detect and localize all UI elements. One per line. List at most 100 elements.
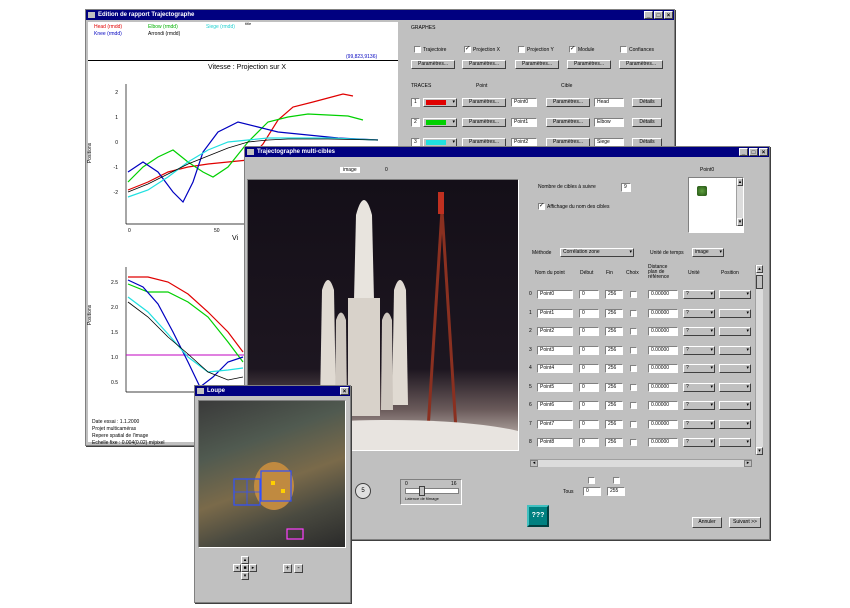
zoom-out-button[interactable]: - xyxy=(294,564,303,573)
latency-scale[interactable]: 0 16 Latence de filmage xyxy=(400,479,462,505)
scroll-right-button[interactable]: ▸ xyxy=(744,460,752,467)
scroll-down-button[interactable]: ▾ xyxy=(737,218,743,226)
start-field[interactable]: 0 xyxy=(579,401,599,410)
unit-dropdown[interactable]: ? ▾ xyxy=(683,438,715,447)
table-hscrollbar[interactable]: ◂ ▸ xyxy=(530,459,752,467)
point-name-field[interactable]: Point6 xyxy=(537,401,573,410)
trace-number[interactable]: 1 xyxy=(411,98,420,107)
parametres-button[interactable]: Paramètres... xyxy=(515,60,559,69)
start-field[interactable]: 0 xyxy=(579,309,599,318)
checkbox-projection-x[interactable]: ✓ xyxy=(464,46,471,53)
tous-end-checkbox[interactable] xyxy=(613,477,620,484)
position-dropdown[interactable]: ▾ xyxy=(719,383,751,392)
start-field[interactable]: 0 xyxy=(579,420,599,429)
unit-dropdown[interactable]: ? ▾ xyxy=(683,383,715,392)
maximize-button[interactable]: □ xyxy=(654,11,663,19)
nav-down-button[interactable]: ▾ xyxy=(241,572,249,580)
choix-checkbox[interactable] xyxy=(630,421,637,428)
position-dropdown[interactable]: ▾ xyxy=(719,327,751,336)
distance-field[interactable]: 0.00000 xyxy=(648,383,678,392)
methode-dropdown[interactable]: Corrélation zone ▾ xyxy=(560,248,634,257)
unit-dropdown[interactable]: ? ▾ xyxy=(683,290,715,299)
start-field[interactable]: 0 xyxy=(579,383,599,392)
point-name-field[interactable]: Point4 xyxy=(537,364,573,373)
nav-up-button[interactable]: ▴ xyxy=(241,556,249,564)
close-button[interactable]: × xyxy=(664,11,673,19)
checkbox-module[interactable]: ✓ xyxy=(569,46,576,53)
minimize-button[interactable]: _ xyxy=(644,11,653,19)
unit-dropdown[interactable]: ? ▾ xyxy=(683,364,715,373)
end-field[interactable]: 256 xyxy=(605,309,623,318)
close-button[interactable]: × xyxy=(759,148,768,156)
loupe-image[interactable] xyxy=(198,400,346,548)
point-name-field[interactable]: Point8 xyxy=(537,438,573,447)
tous-from-field[interactable]: 0 xyxy=(583,487,601,496)
preview-scrollbar[interactable]: ▴ ▾ xyxy=(736,178,743,226)
report-titlebar[interactable]: Edition de rapport Trajectographe _ □ × xyxy=(86,10,674,20)
loupe-titlebar[interactable]: Loupe × xyxy=(195,386,350,396)
position-dropdown[interactable]: ▾ xyxy=(719,364,751,373)
distance-field[interactable]: 0.00000 xyxy=(648,401,678,410)
end-field[interactable]: 256 xyxy=(605,346,623,355)
parametres-button[interactable]: Paramètres... xyxy=(411,60,455,69)
distance-field[interactable]: 0.00000 xyxy=(648,438,678,447)
position-dropdown[interactable]: ▾ xyxy=(719,346,751,355)
unit-dropdown[interactable]: ? ▾ xyxy=(683,346,715,355)
nav-left-button[interactable]: ◂ xyxy=(233,564,241,572)
checkbox-projection-y[interactable] xyxy=(518,46,525,53)
trace-point-parametres-button[interactable]: Paramètres... xyxy=(462,98,506,107)
position-dropdown[interactable]: ▾ xyxy=(719,309,751,318)
unit-dropdown[interactable]: ? ▾ xyxy=(683,420,715,429)
end-field[interactable]: 256 xyxy=(605,327,623,336)
choix-checkbox[interactable] xyxy=(630,328,637,335)
start-field[interactable]: 0 xyxy=(579,327,599,336)
point-name-field[interactable]: Point0 xyxy=(537,290,573,299)
point-name-field[interactable]: Point3 xyxy=(537,346,573,355)
scale-slider-thumb[interactable] xyxy=(419,486,425,496)
position-dropdown[interactable]: ▾ xyxy=(719,420,751,429)
trace-detail-button[interactable]: Détails xyxy=(632,118,662,127)
scroll-thumb[interactable] xyxy=(756,275,763,289)
end-field[interactable]: 256 xyxy=(605,290,623,299)
trace-color-dropdown[interactable]: ▾ xyxy=(423,118,457,127)
point-name-field[interactable]: Point1 xyxy=(537,309,573,318)
distance-field[interactable]: 0.00000 xyxy=(648,327,678,336)
unite-dropdown[interactable]: image ▾ xyxy=(692,248,724,257)
trace-cible-parametres-button[interactable]: Paramètres... xyxy=(546,98,590,107)
close-button[interactable]: × xyxy=(340,387,349,395)
minimize-button[interactable]: _ xyxy=(739,148,748,156)
scroll-up-button[interactable]: ▴ xyxy=(737,178,743,186)
end-field[interactable]: 256 xyxy=(605,401,623,410)
distance-field[interactable]: 0.00000 xyxy=(648,290,678,299)
choix-checkbox[interactable] xyxy=(630,310,637,317)
zoom-in-button[interactable]: + xyxy=(283,564,292,573)
tous-to-field[interactable]: 255 xyxy=(607,487,625,496)
scale-slider-track[interactable] xyxy=(405,488,459,494)
annuler-button[interactable]: Annuler xyxy=(692,517,722,528)
scroll-down-button[interactable]: ▾ xyxy=(756,447,763,455)
point-name-field[interactable]: Point5 xyxy=(537,383,573,392)
choix-checkbox[interactable] xyxy=(630,402,637,409)
position-dropdown[interactable]: ▾ xyxy=(719,438,751,447)
trace-cible-field[interactable]: Head xyxy=(594,98,624,107)
trace-detail-button[interactable]: Détails xyxy=(632,98,662,107)
position-dropdown[interactable]: ▾ xyxy=(719,290,751,299)
parametres-button[interactable]: Paramètres... xyxy=(462,60,506,69)
choix-checkbox[interactable] xyxy=(630,384,637,391)
checkbox-confiances[interactable] xyxy=(620,46,627,53)
parametres-button[interactable]: Paramètres... xyxy=(619,60,663,69)
end-field[interactable]: 256 xyxy=(605,420,623,429)
nav-right-button[interactable]: ▸ xyxy=(249,564,257,572)
start-field[interactable]: 0 xyxy=(579,364,599,373)
start-field[interactable]: 0 xyxy=(579,346,599,355)
distance-field[interactable]: 0.00000 xyxy=(648,420,678,429)
trace-color-dropdown[interactable]: ▾ xyxy=(423,98,457,107)
trace-number[interactable]: 2 xyxy=(411,118,420,127)
nav-center-button[interactable]: ■ xyxy=(241,564,249,572)
point-name-field[interactable]: Point2 xyxy=(537,327,573,336)
trace-point-field[interactable]: Point1 xyxy=(511,118,537,127)
choix-checkbox[interactable] xyxy=(630,291,637,298)
suivant-button[interactable]: Suivant >> xyxy=(729,517,761,528)
end-field[interactable]: 256 xyxy=(605,383,623,392)
nb-cibles-field[interactable]: 9 xyxy=(621,183,631,192)
